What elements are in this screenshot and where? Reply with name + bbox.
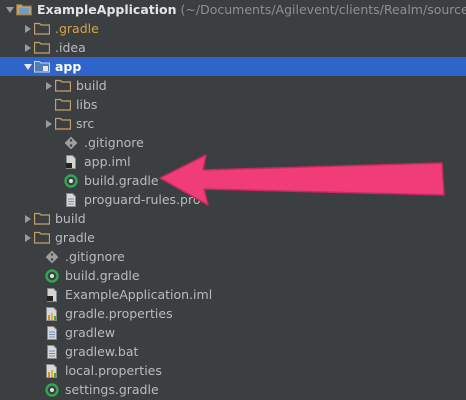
iml-file-icon: [44, 287, 60, 302]
tree-item-label: libs: [76, 97, 98, 112]
tree-item-label: .idea: [55, 40, 86, 55]
folder-icon: [34, 231, 50, 245]
tree-item-label: gradlew.bat: [65, 344, 139, 359]
tree-item-label: build: [76, 78, 107, 93]
tree-item-app-build[interactable]: build: [0, 76, 466, 95]
folder-icon: [34, 41, 50, 55]
expand-toggle-icon[interactable]: [22, 228, 34, 247]
tree-item-gradle-properties[interactable]: gradle.properties: [0, 304, 466, 323]
tree-item-app-libs[interactable]: libs: [0, 95, 466, 114]
tree-item-gradlew[interactable]: gradlew: [0, 323, 466, 342]
tree-item-build[interactable]: build: [0, 209, 466, 228]
project-tree[interactable]: ExampleApplication (~/Documents/Agileven…: [0, 0, 466, 399]
tree-item-gradlew-bat[interactable]: gradlew.bat: [0, 342, 466, 361]
text-file-icon: [63, 192, 79, 207]
project-folder-icon: [16, 3, 32, 17]
tree-item-app-iml[interactable]: app.iml: [0, 152, 466, 171]
tree-item-label: .gradle: [55, 21, 99, 36]
folder-icon: [55, 79, 71, 93]
tree-item-label: .gitignore: [84, 135, 144, 150]
gradle-icon: [44, 382, 60, 397]
tree-item-settings-gradle[interactable]: settings.gradle: [0, 380, 466, 399]
tree-item-label: proguard-rules.pro: [84, 192, 201, 207]
expand-toggle-icon[interactable]: [43, 76, 55, 95]
gradle-icon: [63, 173, 79, 188]
expand-toggle-icon[interactable]: [43, 114, 55, 133]
project-name: ExampleApplication: [37, 2, 177, 17]
tree-item-label: build.gradle: [84, 173, 159, 188]
module-folder-icon: [34, 60, 50, 74]
iml-file-icon: [63, 154, 79, 169]
expand-toggle-icon[interactable]: [22, 19, 34, 38]
tree-item-label: settings.gradle: [65, 382, 159, 397]
tree-item-label: gradle: [55, 230, 95, 245]
git-file-icon: [44, 250, 60, 264]
tree-item-build-gradle[interactable]: build.gradle: [0, 266, 466, 285]
tree-item-label: build.gradle: [65, 268, 140, 283]
tree-item-label: app: [55, 59, 82, 74]
expand-toggle-icon[interactable]: [22, 38, 34, 57]
expand-toggle-icon[interactable]: [22, 209, 34, 228]
tree-item-label: build: [55, 211, 86, 226]
project-path: (~/Documents/Agilevent/clients/Realm/sou…: [180, 2, 466, 17]
tree-item-label: ExampleApplication.iml: [65, 287, 213, 302]
git-file-icon: [63, 136, 79, 150]
folder-icon: [55, 117, 71, 131]
expand-toggle-icon[interactable]: [22, 57, 34, 76]
tree-item-label: gradle.properties: [65, 306, 173, 321]
folder-icon: [55, 98, 71, 112]
tree-item-label: app.iml: [84, 154, 131, 169]
folder-icon: [34, 212, 50, 226]
properties-file-icon: [44, 363, 60, 378]
tree-item-proguard[interactable]: proguard-rules.pro: [0, 190, 466, 209]
tree-item-gitignore[interactable]: .gitignore: [0, 247, 466, 266]
folder-icon: [34, 22, 50, 36]
tree-item-gradle[interactable]: gradle: [0, 228, 466, 247]
properties-file-icon: [44, 306, 60, 321]
tree-item-label: local.properties: [65, 363, 162, 378]
tree-item-app-build-gradle[interactable]: build.gradle: [0, 171, 466, 190]
tree-item-app-gitignore[interactable]: .gitignore: [0, 133, 466, 152]
tree-item-app-src[interactable]: src: [0, 114, 466, 133]
tree-item-label: gradlew: [65, 325, 116, 340]
tree-item-example-iml[interactable]: ExampleApplication.iml: [0, 285, 466, 304]
tree-item-gradle-dir[interactable]: .gradle: [0, 19, 466, 38]
gradle-icon: [44, 268, 60, 283]
text-file-icon: [44, 344, 60, 359]
tree-item-label: src: [76, 116, 95, 131]
tree-item-local-properties[interactable]: local.properties: [0, 361, 466, 380]
tree-item-label: .gitignore: [65, 249, 125, 264]
tree-item-root[interactable]: ExampleApplication (~/Documents/Agileven…: [0, 0, 466, 19]
tree-item-app[interactable]: app: [0, 57, 466, 76]
tree-item-idea[interactable]: .idea: [0, 38, 466, 57]
text-file-icon: [44, 325, 60, 340]
expand-toggle-icon[interactable]: [4, 0, 16, 19]
